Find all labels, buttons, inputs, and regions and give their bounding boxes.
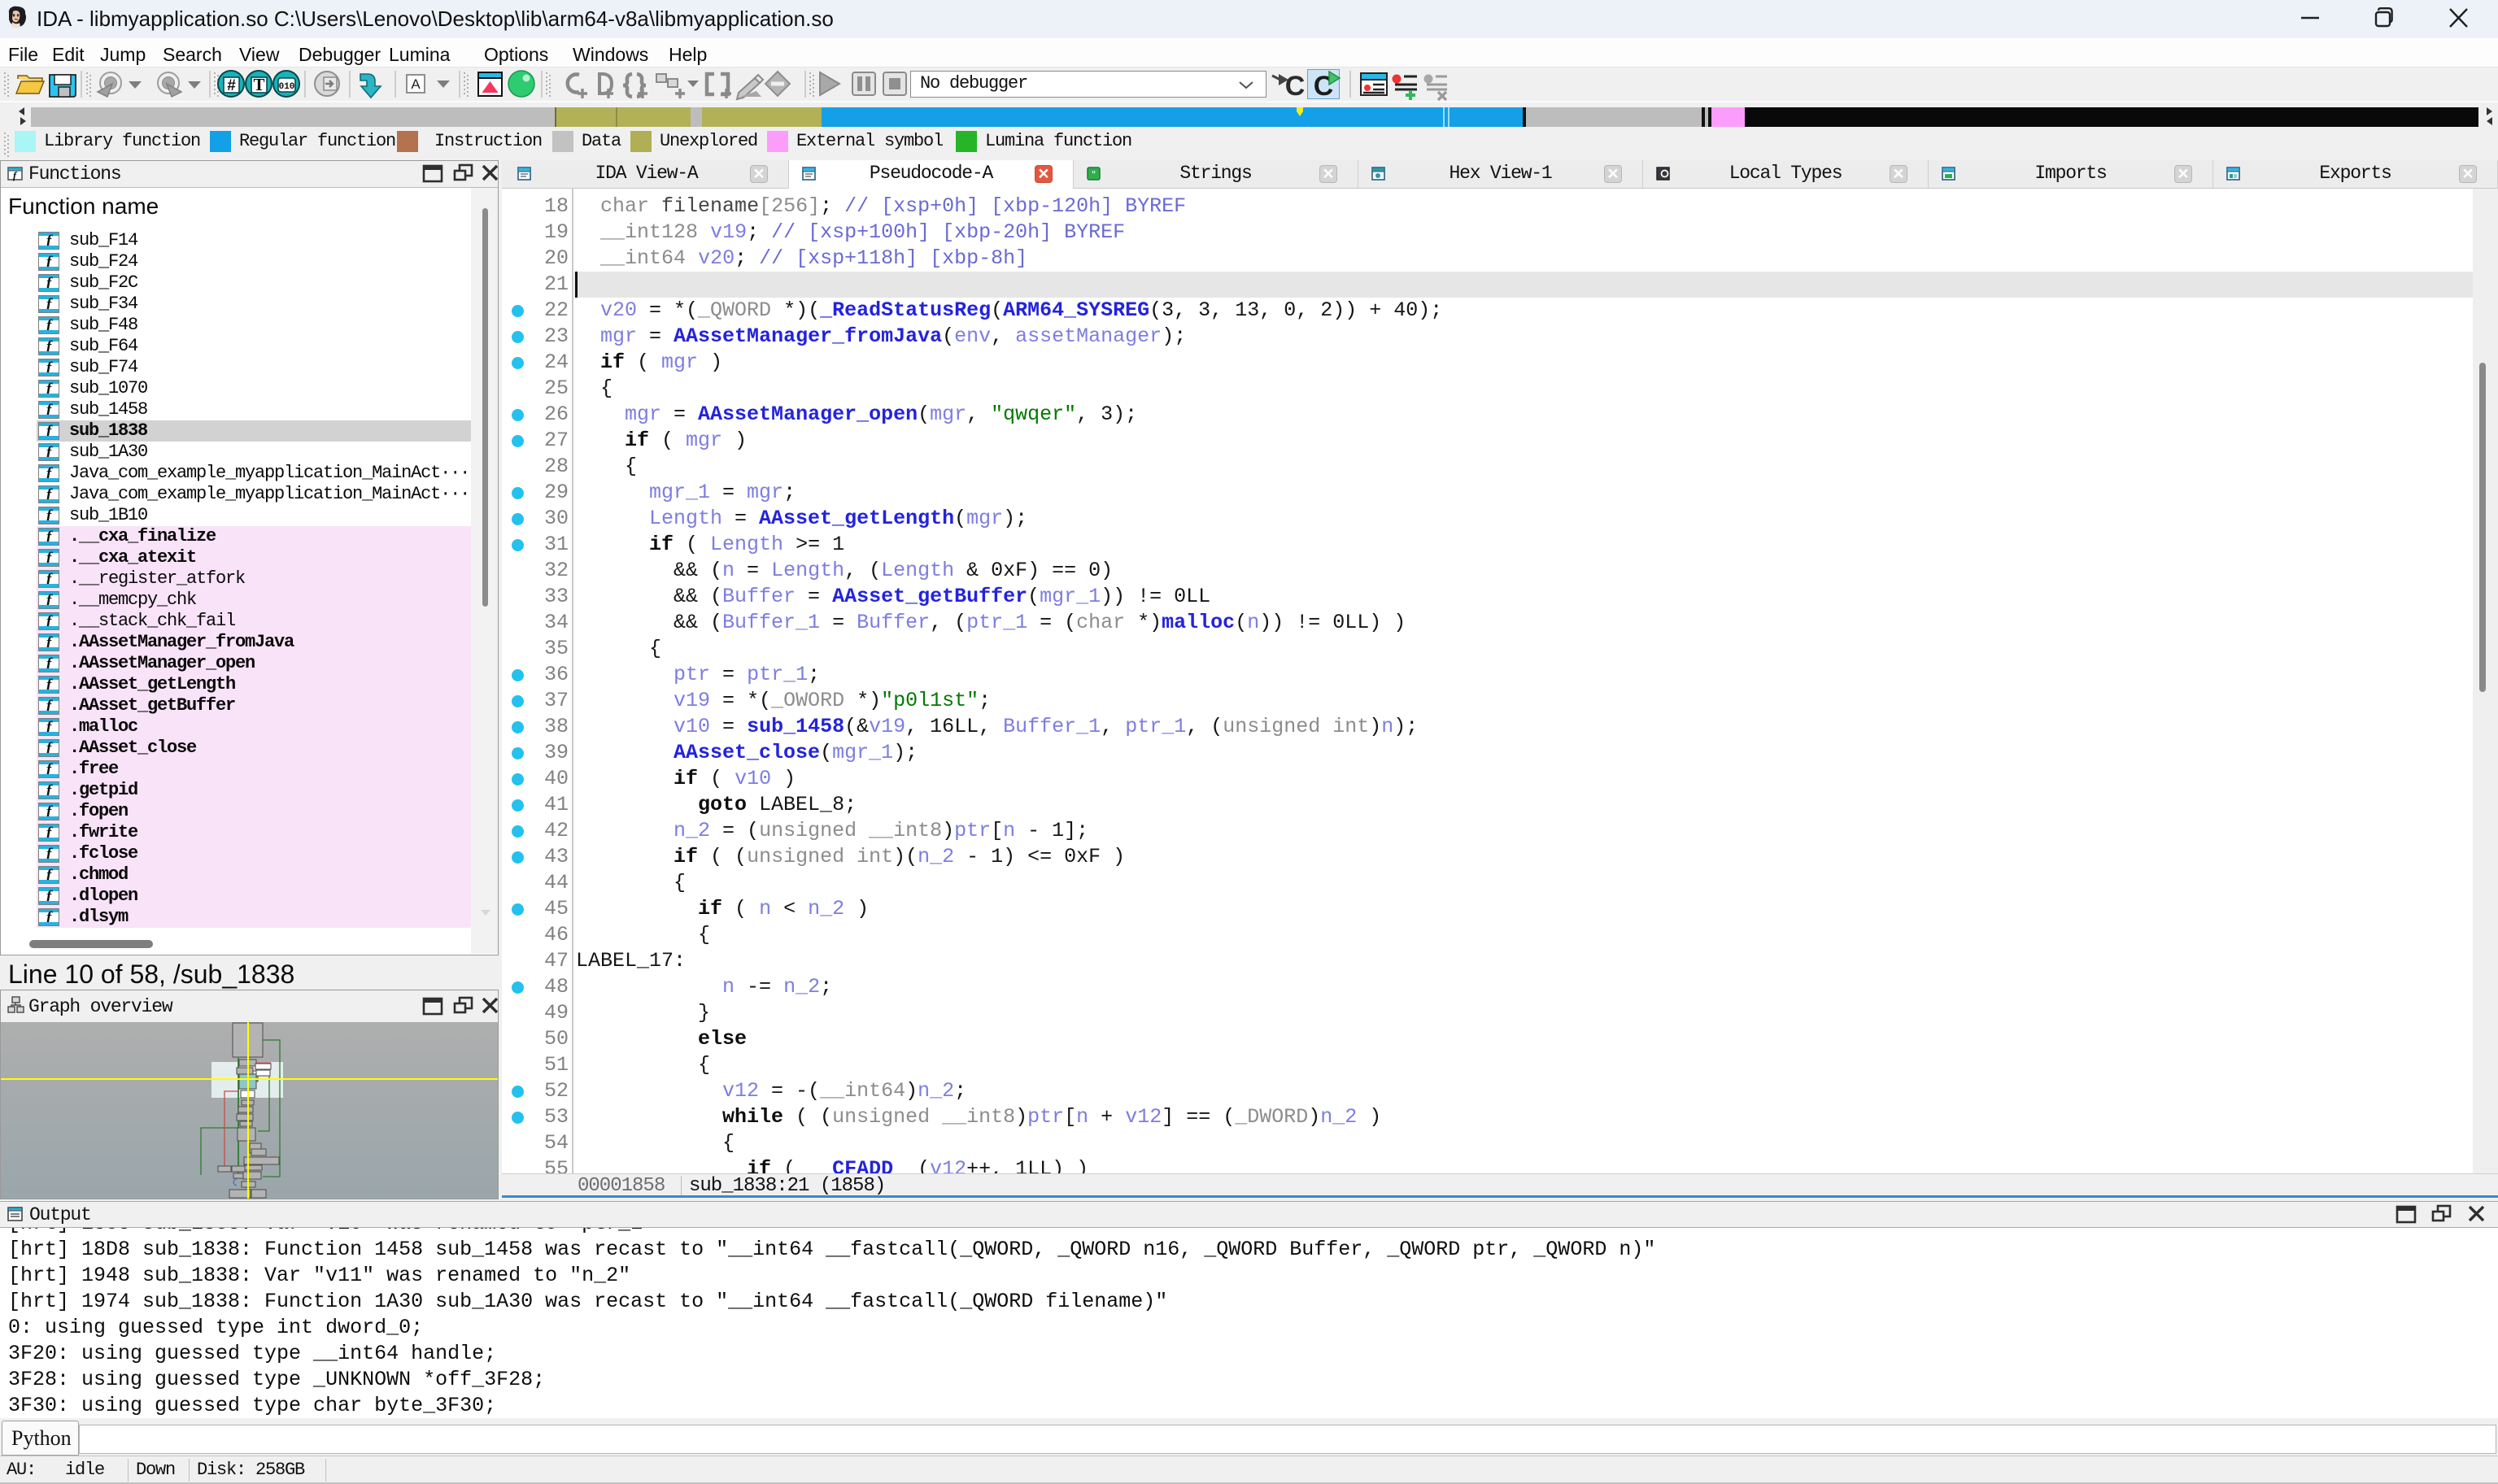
svg-text:#: # <box>227 77 236 94</box>
svg-text:C: C <box>1285 71 1306 101</box>
svg-text:T: T <box>253 75 264 94</box>
svg-text:A: A <box>411 76 421 92</box>
svg-text:010: 010 <box>279 82 295 92</box>
